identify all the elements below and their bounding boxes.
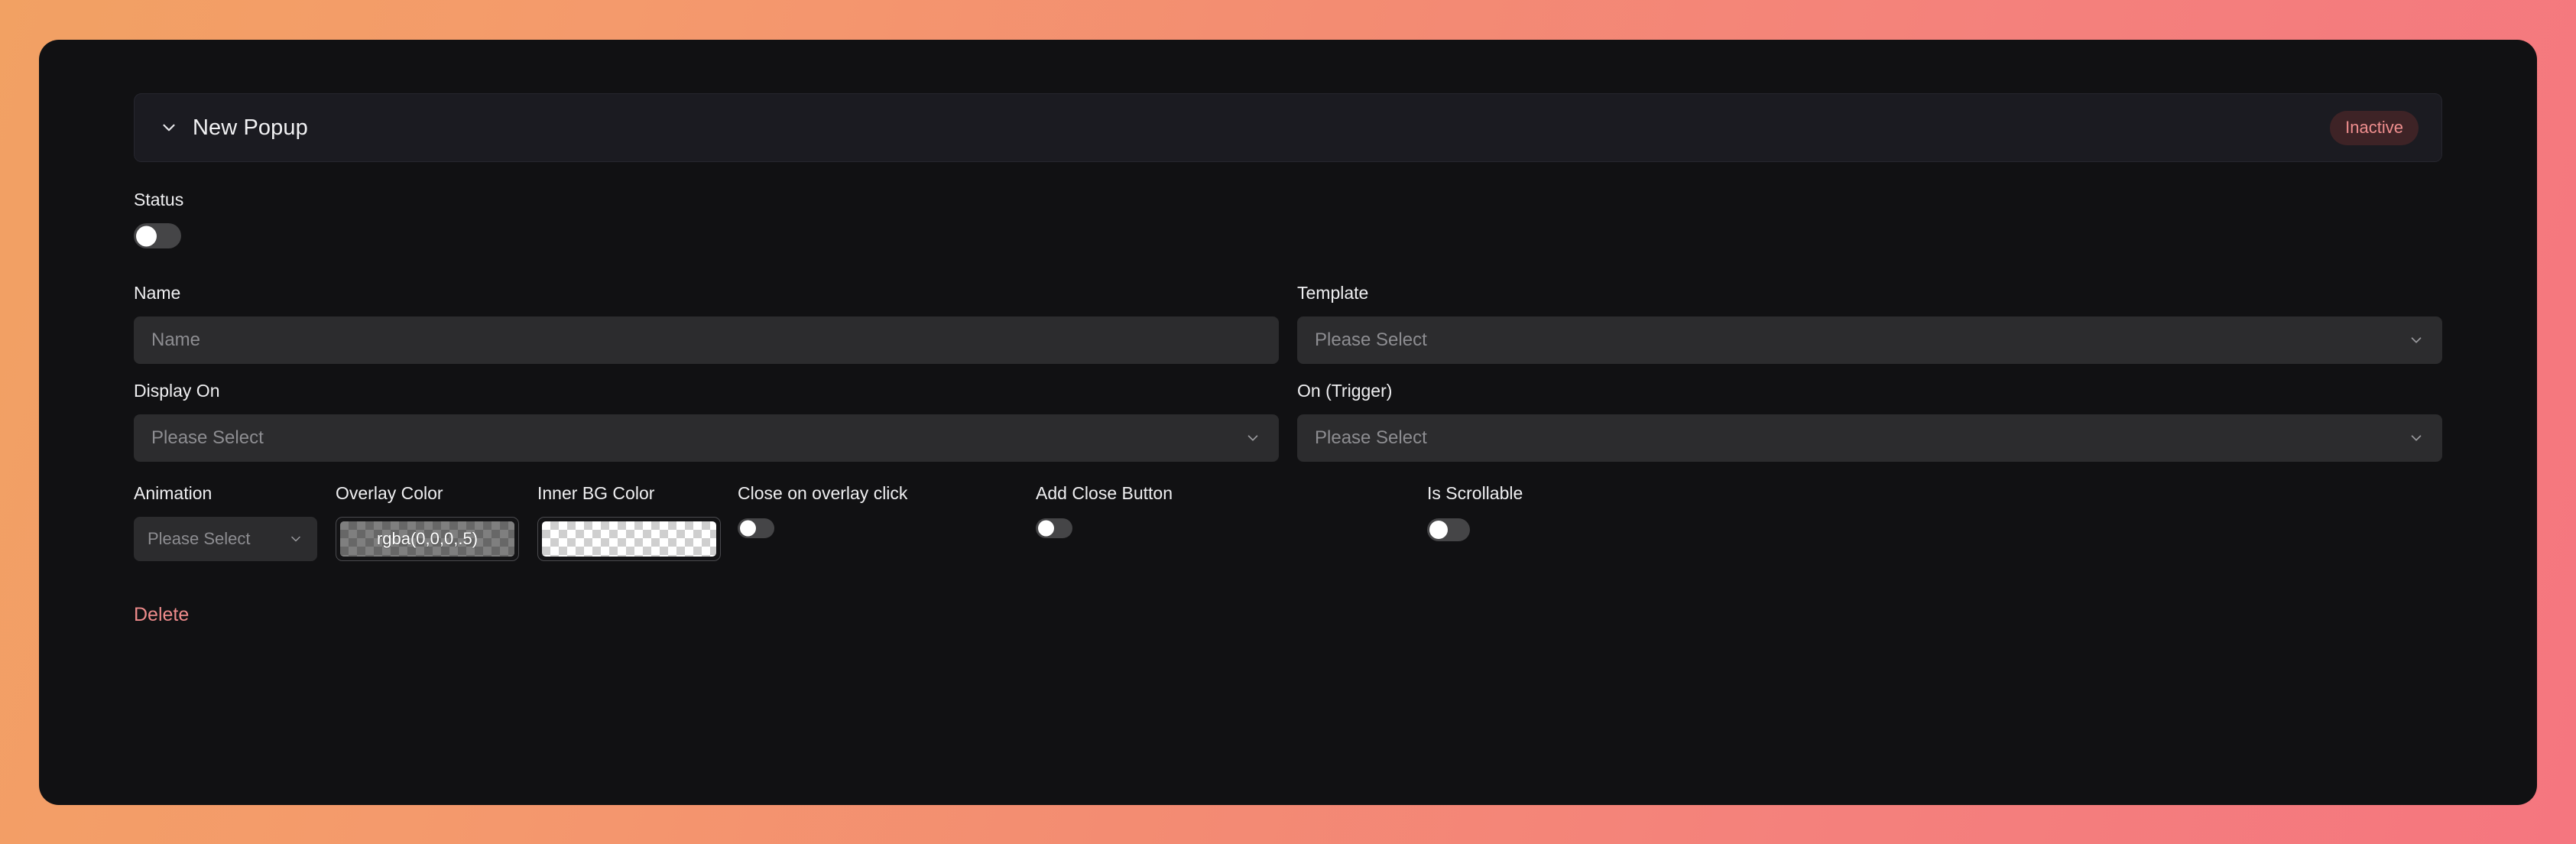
animation-select-value: Please Select bbox=[148, 529, 251, 548]
is-scrollable-toggle-wrap bbox=[1427, 517, 1656, 545]
status-toggle-knob bbox=[136, 226, 157, 246]
inner-bg-color-label: Inner BG Color bbox=[537, 483, 655, 503]
inner-bg-color-picker[interactable] bbox=[537, 517, 721, 561]
add-close-button-label: Add Close Button bbox=[1036, 483, 1173, 503]
name-field-group: Name bbox=[134, 283, 1279, 364]
name-input[interactable] bbox=[134, 316, 1279, 364]
overlay-color-swatch: rgba(0,0,0,.5) bbox=[340, 521, 514, 557]
inner-bg-color-tint bbox=[542, 521, 716, 557]
on-trigger-select-value: Please Select bbox=[1315, 427, 1427, 448]
animation-label: Animation bbox=[134, 483, 213, 503]
is-scrollable-toggle-knob bbox=[1429, 521, 1448, 539]
is-scrollable-group: Is Scrollable bbox=[1427, 483, 1656, 545]
template-select-value: Please Select bbox=[1315, 329, 1427, 350]
close-on-overlay-click-label: Close on overlay click bbox=[738, 483, 908, 503]
delete-button[interactable]: Delete bbox=[134, 604, 189, 626]
template-select[interactable]: Please Select bbox=[1297, 316, 2442, 364]
close-on-overlay-click-toggle[interactable] bbox=[738, 518, 774, 538]
on-trigger-field-group: On (Trigger) Please Select bbox=[1297, 381, 2442, 462]
overlay-color-label: Overlay Color bbox=[336, 483, 443, 503]
inner-bg-color-swatch bbox=[542, 521, 716, 557]
on-trigger-label: On (Trigger) bbox=[1297, 381, 1393, 401]
chevron-down-icon[interactable] bbox=[156, 115, 182, 141]
chevron-down-icon bbox=[2408, 332, 2425, 349]
is-scrollable-label: Is Scrollable bbox=[1427, 483, 1523, 503]
add-close-button-toggle-wrap bbox=[1036, 517, 1427, 542]
animation-field-group: Animation Please Select bbox=[134, 483, 317, 561]
overlay-color-value: rgba(0,0,0,.5) bbox=[376, 529, 479, 548]
status-badge: Inactive bbox=[2330, 110, 2419, 145]
display-on-field-group: Display On Please Select bbox=[134, 381, 1279, 462]
chevron-down-icon bbox=[2408, 430, 2425, 446]
popup-settings-form: Status Name Template Please Select bbox=[134, 190, 2442, 626]
template-label: Template bbox=[1297, 283, 1369, 303]
add-close-button-group: Add Close Button bbox=[1036, 483, 1427, 542]
display-on-select[interactable]: Please Select bbox=[134, 414, 1279, 462]
overlay-color-field-group: Overlay Color rgba(0,0,0,.5) bbox=[336, 483, 519, 561]
animation-select[interactable]: Please Select bbox=[134, 517, 317, 561]
display-on-select-value: Please Select bbox=[151, 427, 264, 448]
add-close-button-toggle[interactable] bbox=[1036, 518, 1072, 538]
name-template-row: Name Template Please Select bbox=[134, 283, 2442, 364]
popup-settings-panel: New Popup Inactive Status Name Template … bbox=[39, 40, 2537, 805]
chevron-down-icon bbox=[1244, 430, 1261, 446]
close-on-overlay-click-toggle-knob bbox=[740, 520, 756, 537]
close-on-overlay-click-group: Close on overlay click bbox=[738, 483, 1036, 542]
animation-colors-toggles-row: Animation Please Select Overlay Color rg… bbox=[134, 483, 2442, 561]
display-on-label: Display On bbox=[134, 381, 220, 401]
inner-bg-color-field-group: Inner BG Color bbox=[537, 483, 721, 561]
close-on-overlay-click-toggle-wrap bbox=[738, 517, 1036, 542]
name-label: Name bbox=[134, 283, 181, 303]
is-scrollable-toggle[interactable] bbox=[1427, 518, 1470, 541]
template-field-group: Template Please Select bbox=[1297, 283, 2442, 364]
popup-card-header[interactable]: New Popup Inactive bbox=[134, 93, 2442, 162]
chevron-down-icon bbox=[288, 531, 303, 547]
status-toggle[interactable] bbox=[134, 223, 181, 248]
overlay-color-picker[interactable]: rgba(0,0,0,.5) bbox=[336, 517, 519, 561]
displayon-trigger-row: Display On Please Select On (Trigger) Pl… bbox=[134, 381, 2442, 462]
add-close-button-toggle-knob bbox=[1038, 520, 1054, 537]
on-trigger-select[interactable]: Please Select bbox=[1297, 414, 2442, 462]
page-title: New Popup bbox=[193, 115, 308, 140]
status-field-group: Status bbox=[134, 190, 2442, 252]
status-label: Status bbox=[134, 190, 184, 209]
